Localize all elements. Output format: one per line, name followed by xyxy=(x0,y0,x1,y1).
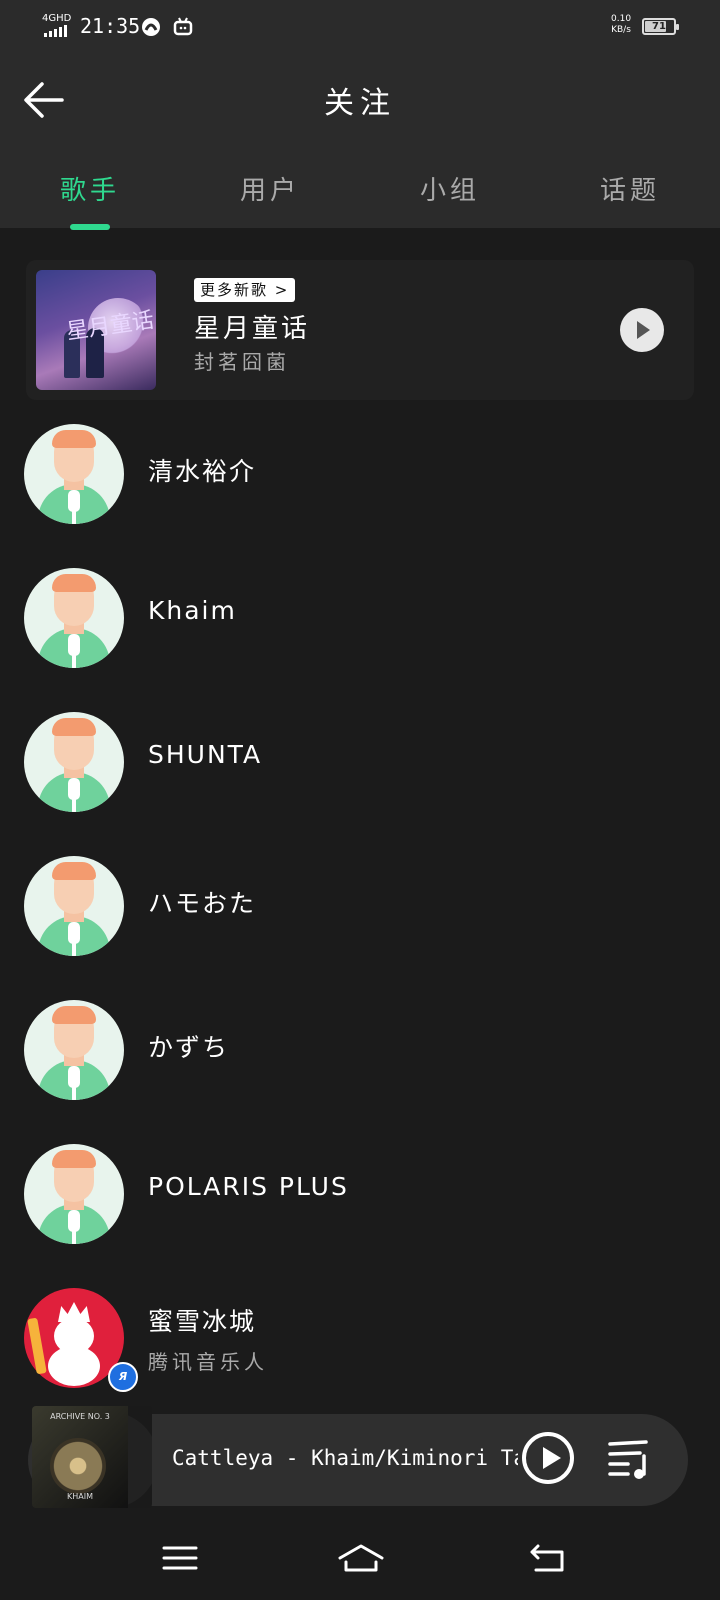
system-nav-bar xyxy=(0,1520,720,1600)
cover-text-bottom: KHAIM xyxy=(67,1492,93,1501)
status-time: 21:35 xyxy=(80,14,141,38)
active-tab-indicator xyxy=(70,224,110,230)
app-notification-icon xyxy=(142,18,160,36)
speed-value: 0.10 xyxy=(611,14,632,24)
tab-users[interactable]: 用户 xyxy=(210,170,330,207)
avatar xyxy=(24,1000,124,1100)
avatar xyxy=(24,424,124,524)
song-cover[interactable]: 星月童话 xyxy=(36,270,156,390)
avatar xyxy=(24,712,124,812)
avatar xyxy=(24,568,124,668)
battery-level: 71 xyxy=(652,21,666,32)
tab-topics[interactable]: 话题 xyxy=(570,170,690,207)
page-title: 关注 xyxy=(324,86,396,121)
artist-name: POLARIS PLUS xyxy=(148,1172,349,1201)
tab-bar: 歌手 用户 小组 话题 xyxy=(0,160,720,230)
tab-singers[interactable]: 歌手 xyxy=(30,170,150,207)
artist-name: 蜜雪冰城 xyxy=(148,1307,257,1336)
signal-icon xyxy=(44,25,67,37)
more-new-songs-tag[interactable]: 更多新歌 > xyxy=(194,278,296,302)
artist-subtitle: 腾讯音乐人 xyxy=(148,1350,268,1374)
now-playing-title[interactable]: Cattleya - Khaim/Kiminori Tanaka xyxy=(172,1446,518,1470)
back-icon[interactable] xyxy=(528,1540,568,1576)
artist-name: Khaim xyxy=(148,596,237,625)
playlist-icon[interactable] xyxy=(606,1434,654,1482)
song-title: 星月童话 xyxy=(194,314,311,344)
avatar: Я xyxy=(24,1288,138,1392)
list-item[interactable]: 清水裕介 xyxy=(0,424,720,528)
list-item[interactable]: ハモおた xyxy=(0,856,720,960)
status-bar: 4GHD 21:35 0.10 KB/s 71 xyxy=(0,0,720,52)
play-button[interactable] xyxy=(620,308,664,352)
tab-groups[interactable]: 小组 xyxy=(390,170,510,207)
play-pause-button[interactable] xyxy=(522,1432,574,1484)
artist-name: ハモおた xyxy=(148,889,257,918)
artist-name: 清水裕介 xyxy=(148,457,257,486)
list-item[interactable]: Khaim xyxy=(0,568,720,672)
avatar xyxy=(24,1144,124,1244)
network-label: 4GHD xyxy=(42,13,72,24)
verified-musician-icon: Я xyxy=(108,1362,138,1392)
song-artist: 封茗囧菌 xyxy=(194,350,290,374)
list-item[interactable]: かずち xyxy=(0,1000,720,1104)
speed-unit: KB/s xyxy=(611,25,631,35)
now-playing-cover[interactable]: ARCHIVE NO. 3 KHAIM xyxy=(32,1406,152,1508)
avatar xyxy=(24,856,124,956)
list-item[interactable]: Я 蜜雪冰城 腾讯音乐人 xyxy=(0,1288,720,1392)
network-speed: 0.10 KB/s xyxy=(611,14,631,36)
menu-icon[interactable] xyxy=(160,1540,200,1576)
cover-text-top: ARCHIVE NO. 3 xyxy=(50,1412,110,1421)
artist-name: SHUNTA xyxy=(148,740,263,769)
battery-icon: 71 xyxy=(642,18,679,35)
bilibili-icon xyxy=(173,17,193,36)
home-icon[interactable] xyxy=(336,1540,386,1576)
mini-player[interactable]: ARCHIVE NO. 3 KHAIM Cattleya - Khaim/Kim… xyxy=(28,1406,688,1508)
list-item[interactable]: POLARIS PLUS xyxy=(0,1144,720,1248)
list-item[interactable]: SHUNTA xyxy=(0,712,720,816)
artist-name: かずち xyxy=(148,1033,230,1062)
new-song-card[interactable]: 星月童话 更多新歌 > 星月童话 封茗囧菌 xyxy=(26,260,694,400)
